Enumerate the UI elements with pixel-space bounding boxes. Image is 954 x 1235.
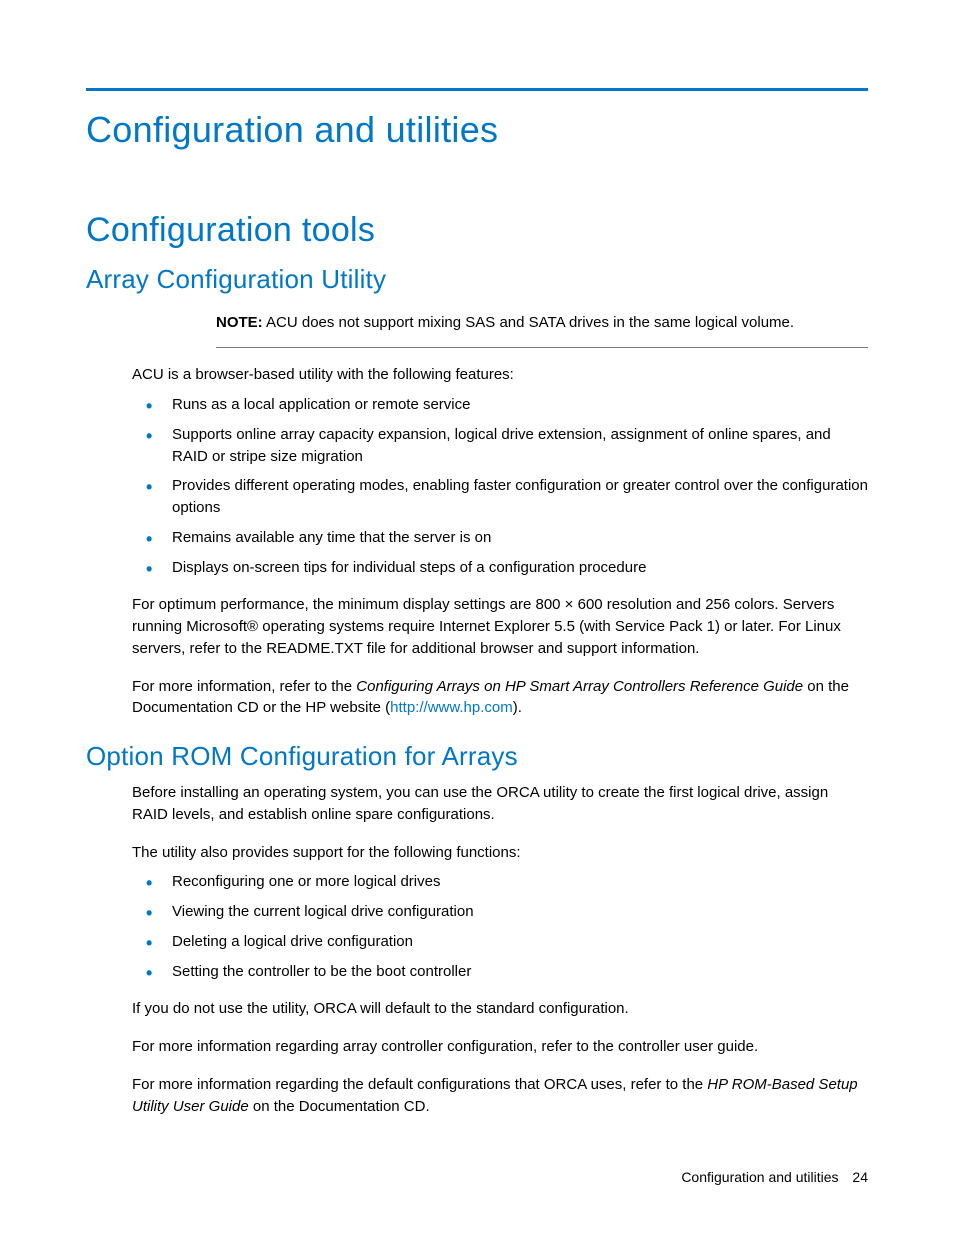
orca-bullets: Reconfiguring one or more logical drives… xyxy=(132,871,868,982)
text-run: on the Documentation CD. xyxy=(249,1098,430,1115)
note-label: NOTE: xyxy=(216,314,263,331)
acu-body: ACU is a browser-based utility with the … xyxy=(132,364,868,719)
list-item: Runs as a local application or remote se… xyxy=(132,394,868,416)
acu-intro: ACU is a browser-based utility with the … xyxy=(132,364,868,386)
list-item: Deleting a logical drive configuration xyxy=(132,931,868,953)
acu-moreinfo: For more information, refer to the Confi… xyxy=(132,676,868,720)
text-run: For more information, refer to the xyxy=(132,678,356,695)
orca-default: If you do not use the utility, ORCA will… xyxy=(132,998,868,1020)
list-item: Setting the controller to be the boot co… xyxy=(132,961,868,983)
orca-controller: For more information regarding array con… xyxy=(132,1036,868,1058)
note-text: ACU does not support mixing SAS and SATA… xyxy=(266,314,794,331)
note-block: NOTE: ACU does not support mixing SAS an… xyxy=(216,305,868,348)
list-item: Remains available any time that the serv… xyxy=(132,527,868,549)
hp-website-link[interactable]: http://www.hp.com xyxy=(390,699,513,716)
top-rule xyxy=(86,88,868,91)
orca-support-line: The utility also provides support for th… xyxy=(132,842,868,864)
list-item: Reconfiguring one or more logical drives xyxy=(132,871,868,893)
section-title: Configuration tools xyxy=(86,211,868,250)
page-number: 24 xyxy=(852,1169,868,1185)
page-footer: Configuration and utilities 24 xyxy=(681,1169,868,1185)
orca-intro: Before installing an operating system, y… xyxy=(132,782,868,826)
acu-bullets: Runs as a local application or remote se… xyxy=(132,394,868,578)
acu-heading: Array Configuration Utility xyxy=(86,264,868,295)
orca-rom: For more information regarding the defau… xyxy=(132,1074,868,1118)
footer-label: Configuration and utilities xyxy=(681,1169,838,1185)
text-run: For more information regarding the defau… xyxy=(132,1076,707,1093)
orca-heading: Option ROM Configuration for Arrays xyxy=(86,741,868,772)
text-run: ). xyxy=(513,699,522,716)
list-item: Supports online array capacity expansion… xyxy=(132,424,868,468)
list-item: Viewing the current logical drive config… xyxy=(132,901,868,923)
guide-title: Configuring Arrays on HP Smart Array Con… xyxy=(356,678,803,695)
chapter-title: Configuration and utilities xyxy=(86,109,868,151)
list-item: Displays on-screen tips for individual s… xyxy=(132,557,868,579)
document-page: Configuration and utilities Configuratio… xyxy=(0,0,954,1235)
list-item: Provides different operating modes, enab… xyxy=(132,475,868,519)
acu-performance: For optimum performance, the minimum dis… xyxy=(132,594,868,659)
orca-body: Before installing an operating system, y… xyxy=(132,782,868,1117)
